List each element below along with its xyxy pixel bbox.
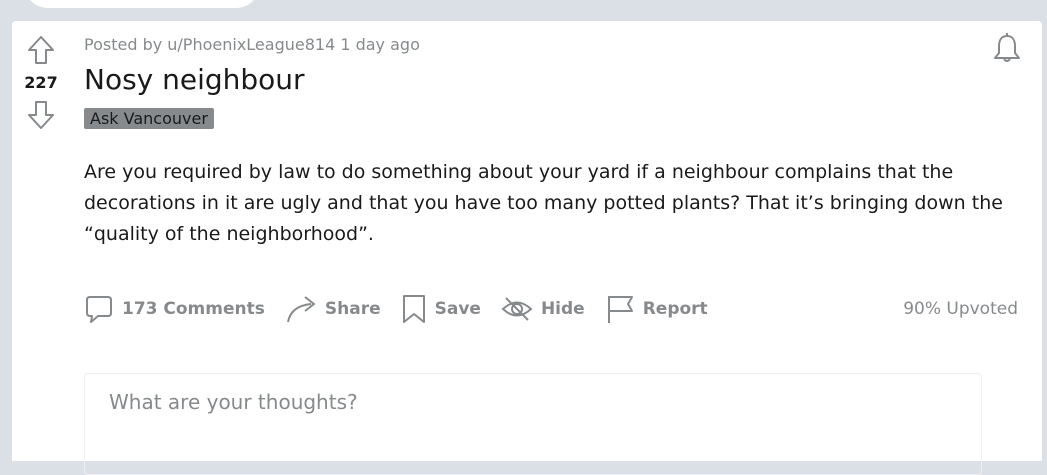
search-pill[interactable]	[24, 0, 260, 8]
post-actions: 173 Comments Share Save Hide Report 90% …	[84, 289, 1018, 329]
arrow-up-icon	[28, 36, 54, 64]
post-flair[interactable]: Ask Vancouver	[84, 108, 214, 129]
post-card: 227 Posted by u/PhoenixLeague814 1 day a…	[12, 21, 1042, 475]
report-label: Report	[642, 299, 708, 319]
vote-score: 227	[24, 73, 58, 92]
post-body: Are you required by law to do something …	[84, 161, 1003, 245]
downvote-button[interactable]	[24, 98, 58, 132]
bookmark-icon	[402, 295, 425, 323]
upvote-button[interactable]	[24, 33, 58, 67]
eye-slash-icon	[501, 297, 533, 321]
arrow-down-icon	[28, 101, 54, 129]
speech-bubble-icon	[86, 296, 112, 323]
save-button[interactable]: Save	[401, 293, 481, 325]
upvote-ratio: 90% Upvoted	[903, 299, 1018, 319]
comments-label: 173 Comments	[122, 299, 265, 319]
post-content: Posted by u/PhoenixLeague814 1 day ago N…	[84, 21, 1004, 250]
share-button[interactable]: Share	[285, 294, 381, 324]
report-button[interactable]: Report	[605, 293, 708, 325]
hide-button[interactable]: Hide	[501, 294, 585, 324]
comment-box[interactable]	[84, 373, 982, 475]
comment-input[interactable]	[85, 374, 981, 430]
hide-label: Hide	[540, 299, 585, 319]
share-label: Share	[324, 299, 381, 319]
comments-button[interactable]: 173 Comments	[84, 294, 265, 324]
share-arrow-icon	[286, 296, 315, 323]
post-title[interactable]: Nosy neighbour	[84, 63, 1004, 96]
flag-icon	[607, 296, 633, 323]
save-label: Save	[434, 299, 481, 319]
vote-column: 227	[12, 33, 70, 132]
post-meta: Posted by u/PhoenixLeague814 1 day ago	[84, 35, 420, 54]
